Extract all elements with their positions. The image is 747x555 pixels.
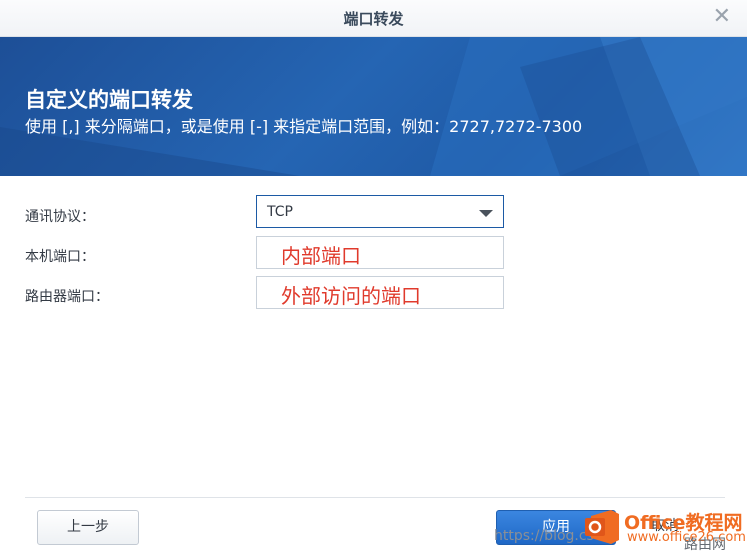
footer-divider <box>25 497 725 498</box>
banner-description: 使用 [,] 来分隔端口，或是使用 [-] 来指定端口范围，例如：2727,72… <box>25 117 583 136</box>
protocol-value: TCP <box>267 204 293 220</box>
dialog-titlebar: 端口转发 ✕ <box>0 0 747 37</box>
chevron-down-icon <box>479 210 493 217</box>
blog-watermark: https://blog.cs <box>494 528 594 544</box>
local-port-value: 内部端口 <box>281 244 361 268</box>
close-icon[interactable]: ✕ <box>713 4 731 30</box>
protocol-select[interactable]: TCP <box>256 195 504 228</box>
local-port-input[interactable]: 内部端口 <box>256 236 504 269</box>
router-port-value: 外部访问的端口 <box>281 284 421 308</box>
prev-button[interactable]: 上一步 <box>37 510 139 545</box>
router-port-label: 路由器端口： <box>25 289 109 305</box>
protocol-label: 通讯协议： <box>25 209 95 225</box>
office-logo-icon <box>585 510 619 544</box>
dialog-title: 端口转发 <box>343 10 404 28</box>
router-port-input[interactable]: 外部访问的端口 <box>256 276 504 309</box>
header-banner: 自定义的端口转发 使用 [,] 来分隔端口，或是使用 [-] 来指定端口范围，例… <box>0 37 747 176</box>
banner-heading: 自定义的端口转发 <box>25 88 193 112</box>
local-port-label: 本机端口： <box>25 249 95 265</box>
logo-tag: 路由网 <box>684 537 726 553</box>
